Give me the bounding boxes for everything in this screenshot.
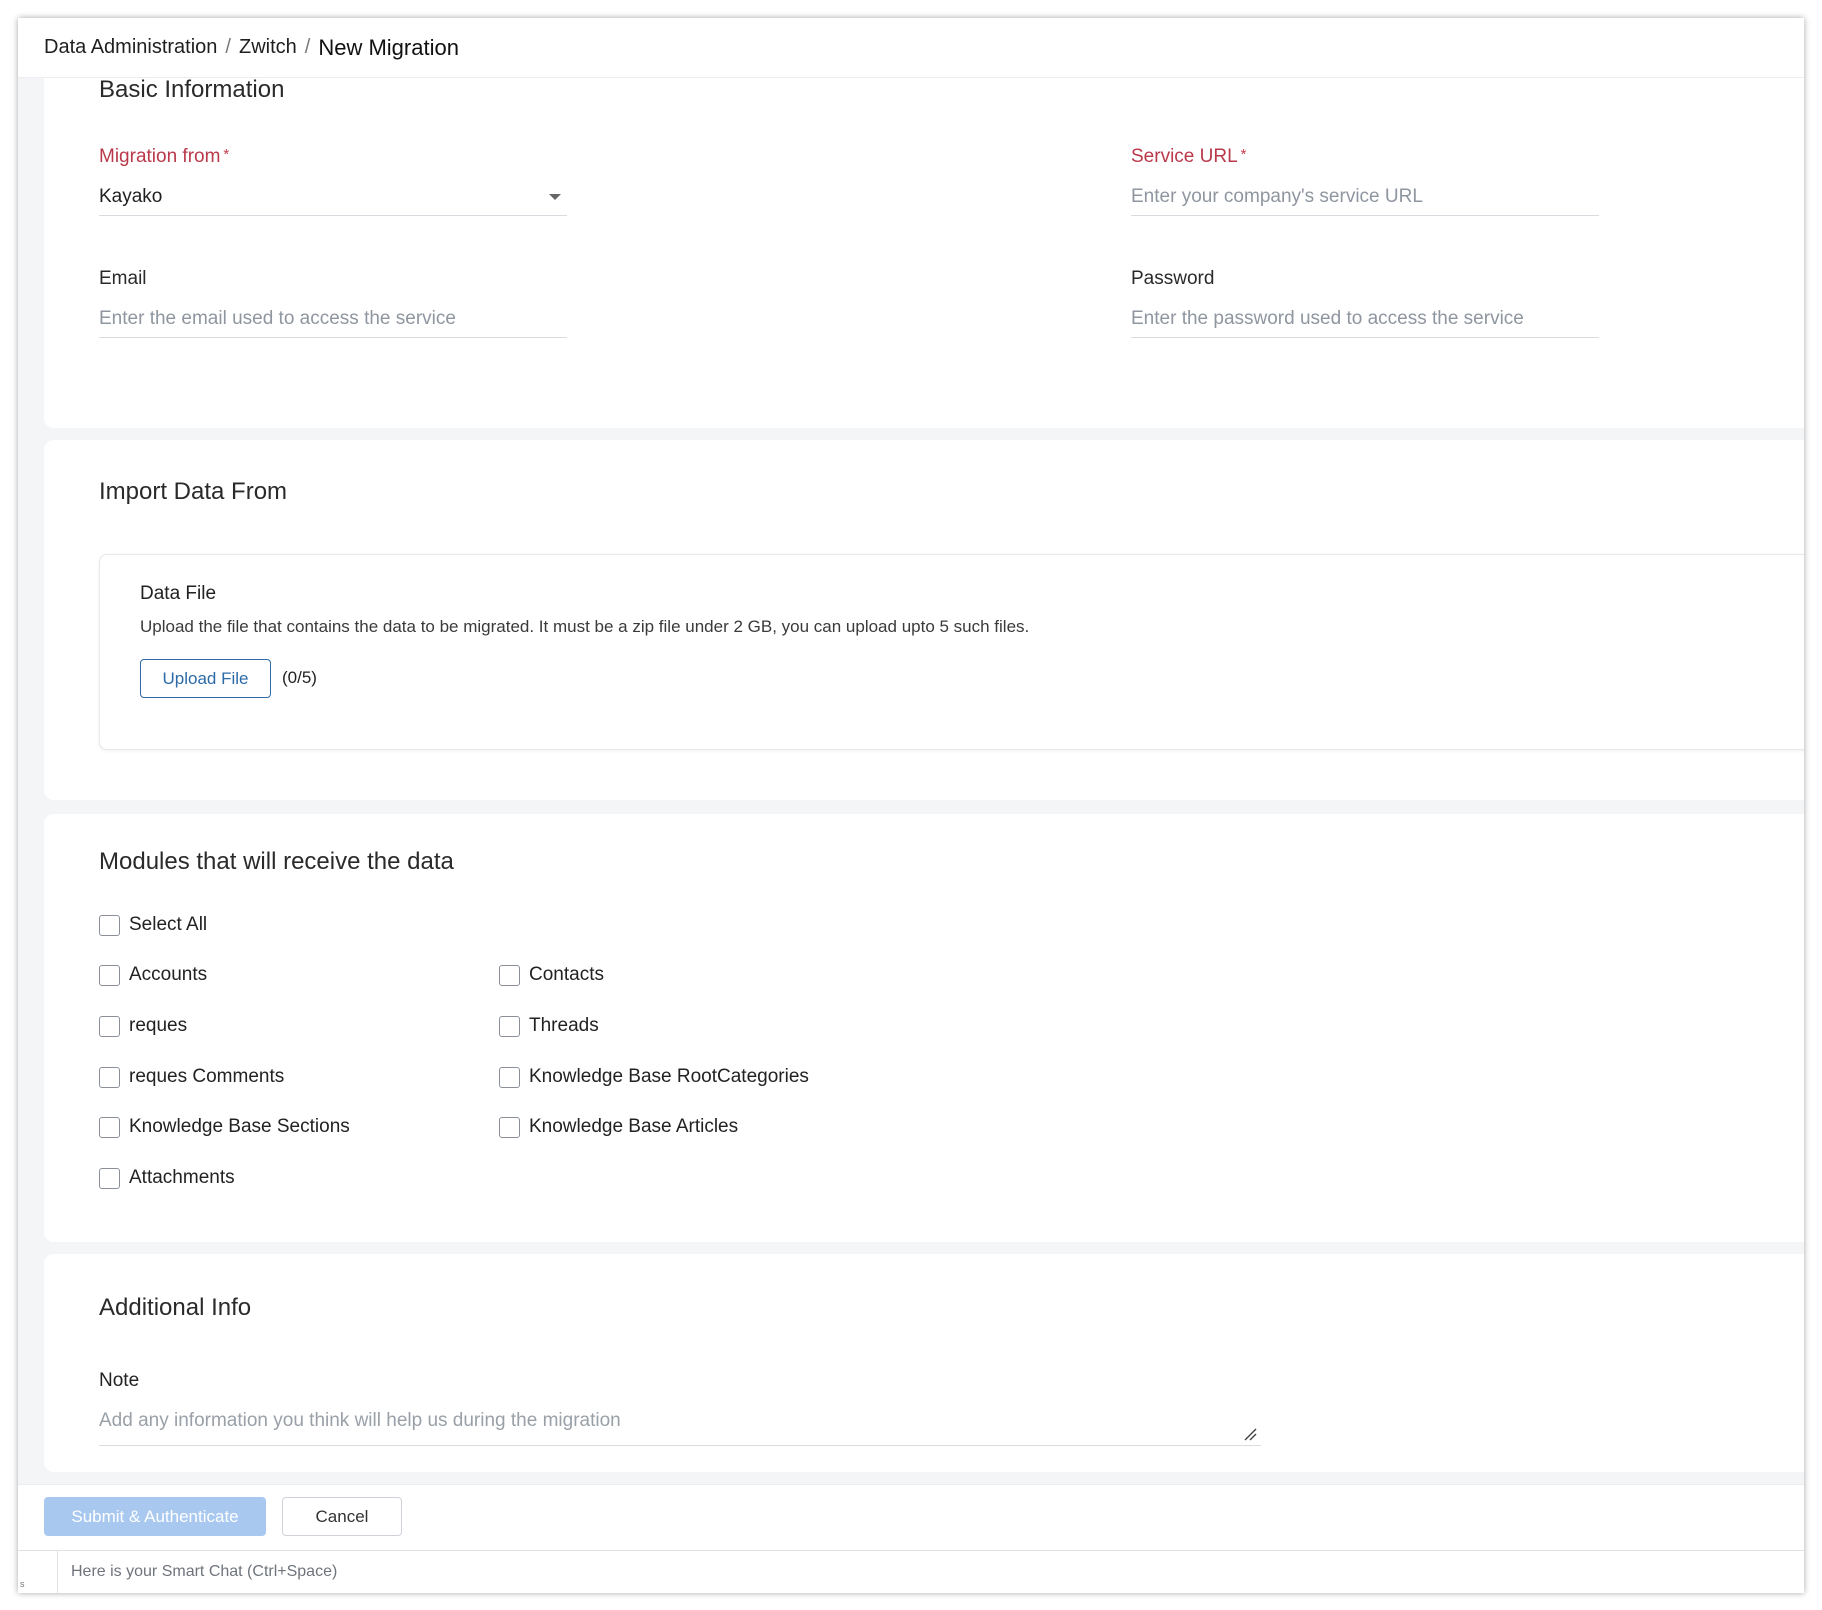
checkbox-unchecked-icon[interactable] (99, 1066, 120, 1088)
note-textarea[interactable]: Add any information you think will help … (99, 1400, 1261, 1446)
note-label: Note (99, 1370, 140, 1391)
breadcrumb-separator: / (304, 36, 311, 58)
checkbox-threads[interactable]: Threads (499, 1015, 599, 1037)
page-title: New Migration (318, 34, 459, 60)
section-title-modules: Modules that will receive the data (99, 848, 454, 875)
migration-from-value: Kayako (99, 186, 163, 207)
section-title-import-data: Import Data From (99, 478, 288, 505)
checkbox-contacts[interactable]: Contacts (499, 964, 604, 986)
checkbox-unchecked-icon[interactable] (99, 914, 120, 936)
checkbox-unchecked-icon[interactable] (499, 1015, 520, 1037)
migration-from-field: Migration from * Kayako (99, 146, 567, 216)
checkbox-label: reques Comments (129, 1066, 285, 1087)
checkbox-accounts[interactable]: Accounts (99, 964, 207, 986)
service-url-input[interactable]: Enter your company's service URL (1131, 182, 1599, 216)
upload-file-button[interactable]: Upload File (140, 659, 271, 698)
section-title-basic-information: Basic Information (99, 76, 285, 103)
checkbox-kb-root-categories[interactable]: Knowledge Base RootCategories (499, 1066, 809, 1088)
resize-handle-icon[interactable] (1243, 1427, 1257, 1441)
smart-chat-toggle[interactable]: s (18, 1551, 58, 1593)
note-placeholder: Add any information you think will help … (99, 1410, 621, 1431)
checkbox-label: Knowledge Base Sections (129, 1116, 350, 1137)
submit-authenticate-button[interactable]: Submit & Authenticate (44, 1497, 266, 1536)
cancel-button[interactable]: Cancel (282, 1497, 402, 1536)
checkbox-reques[interactable]: reques (99, 1015, 187, 1037)
smart-chat-bar: s Here is your Smart Chat (Ctrl+Space) (18, 1550, 1804, 1593)
checkbox-label: reques (129, 1015, 188, 1036)
checkbox-kb-articles[interactable]: Knowledge Base Articles (499, 1116, 738, 1138)
email-input[interactable]: Enter the email used to access the servi… (99, 304, 567, 338)
checkbox-attachments[interactable]: Attachments (99, 1167, 235, 1189)
service-url-label: Service URL * (1131, 146, 1599, 168)
checkbox-label: Threads (529, 1015, 599, 1036)
checkbox-label: Contacts (529, 964, 604, 985)
data-file-title: Data File (140, 583, 217, 604)
checkbox-unchecked-icon[interactable] (499, 964, 520, 986)
basic-information-section: Basic Information Migration from * Kayako… (44, 58, 1804, 428)
password-input[interactable]: Enter the password used to access the se… (1131, 304, 1599, 338)
checkbox-label: Knowledge Base Articles (529, 1116, 739, 1137)
additional-info-section: Additional Info Note Add any information… (44, 1254, 1804, 1472)
email-label: Email (99, 268, 147, 289)
breadcrumb-item-data-administration[interactable]: Data Administration (44, 36, 217, 59)
checkbox-label: Select All (129, 914, 208, 935)
checkbox-unchecked-icon[interactable] (99, 1167, 120, 1189)
password-field: Password Enter the password used to acce… (1131, 268, 1599, 338)
checkbox-reques-comments[interactable]: reques Comments (99, 1066, 284, 1088)
chevron-down-icon[interactable] (549, 194, 561, 200)
checkbox-unchecked-icon[interactable] (99, 1116, 120, 1138)
checkbox-kb-sections[interactable]: Knowledge Base Sections (99, 1116, 350, 1138)
required-mark: * (1240, 146, 1247, 163)
data-file-box: Data File Upload the file that contains … (99, 554, 1804, 750)
checkbox-unchecked-icon[interactable] (99, 1015, 120, 1037)
section-title-additional-info: Additional Info (99, 1294, 252, 1321)
checkbox-unchecked-icon[interactable] (499, 1066, 520, 1088)
password-label: Password (1131, 268, 1215, 289)
modules-section: Modules that will receive the data Selec… (44, 814, 1804, 1242)
smart-chat-input[interactable]: Here is your Smart Chat (Ctrl+Space) (71, 1563, 337, 1581)
checkbox-select-all[interactable]: Select All (99, 914, 207, 936)
checkbox-label: Knowledge Base RootCategories (529, 1066, 809, 1087)
checkbox-unchecked-icon[interactable] (499, 1116, 520, 1138)
checkbox-unchecked-icon[interactable] (99, 964, 120, 986)
required-mark: * (223, 146, 230, 163)
breadcrumb-item-zwitch[interactable]: Zwitch (239, 36, 297, 59)
migration-from-select[interactable]: Kayako (99, 182, 567, 216)
service-url-field: Service URL * Enter your company's servic… (1131, 146, 1599, 216)
service-url-label-text: Service URL (1131, 146, 1238, 167)
breadcrumb: Data Administration / Zwitch / New Migra… (18, 18, 1804, 78)
migration-from-label-text: Migration from (99, 146, 221, 167)
import-data-section: Import Data From Data File Upload the fi… (44, 440, 1804, 800)
checkbox-label: Accounts (129, 964, 208, 985)
upload-count: (0/5) (282, 668, 317, 687)
app-window: Data Administration / Zwitch / New Migra… (18, 18, 1804, 1593)
checkbox-label: Attachments (129, 1167, 235, 1188)
migration-from-label: Migration from * (99, 146, 567, 168)
breadcrumb-separator: / (225, 36, 231, 58)
email-field: Email Enter the email used to access the… (99, 268, 567, 338)
form-footer: Submit & Authenticate Cancel (18, 1484, 1804, 1550)
data-file-description: Upload the file that contains the data t… (140, 617, 1030, 636)
